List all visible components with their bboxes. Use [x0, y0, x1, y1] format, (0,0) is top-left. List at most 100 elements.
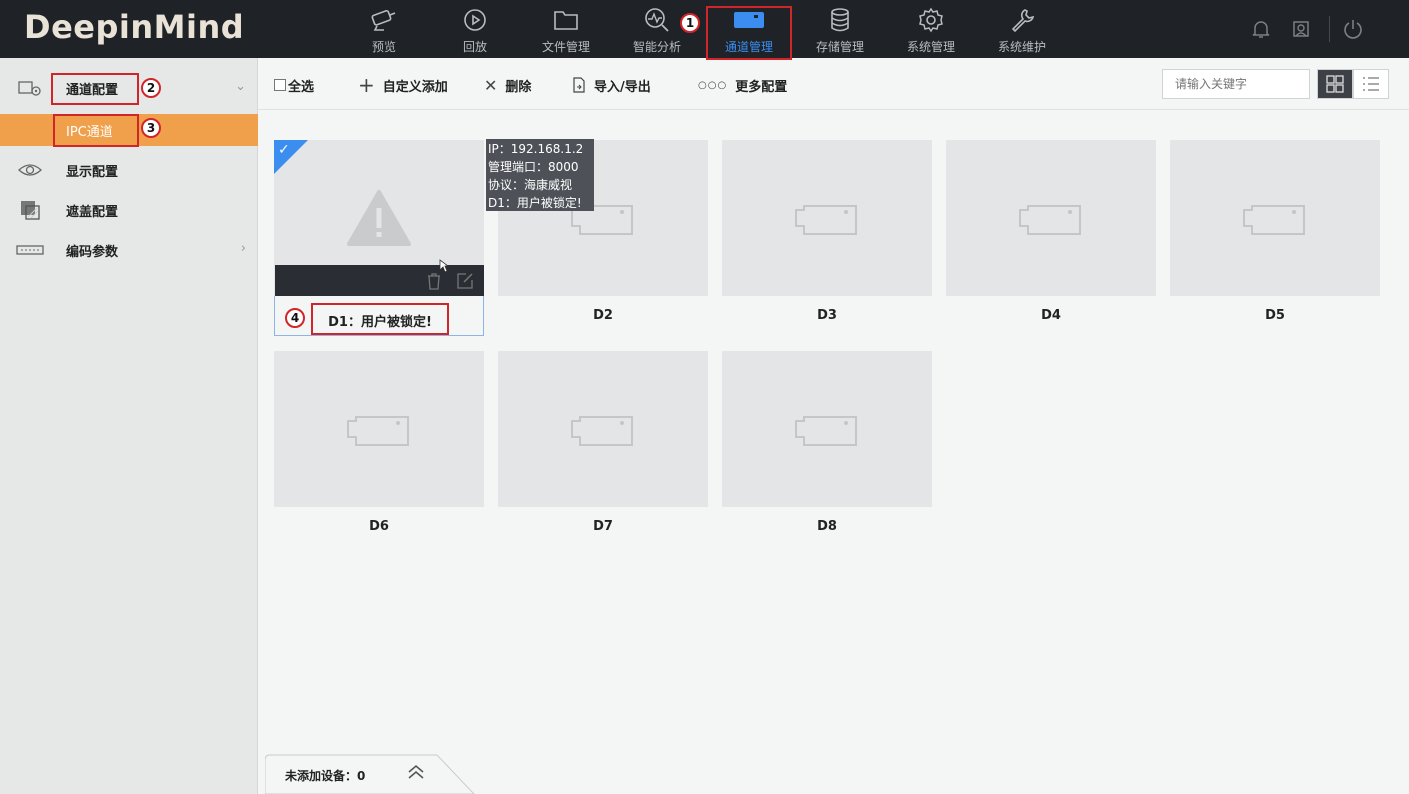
channel-name: D5 — [1265, 308, 1285, 323]
sidebar-item-channel-config[interactable]: 通道配置 ⌄ — [0, 68, 258, 108]
nav-file-management[interactable]: 文件管理 — [523, 0, 609, 58]
nav-label: 系统维护 — [997, 40, 1046, 54]
channel-name: D1：用户被锁定! — [328, 315, 432, 330]
channel-config-icon — [16, 78, 44, 98]
card-action-bar — [275, 265, 484, 296]
sidebar: 通道配置 ⌄ IPC通道 显示配置 遮盖配置 编码参数 › — [0, 58, 258, 794]
sidebar-item-label: IPC通道 — [66, 125, 113, 140]
camera-icon — [795, 205, 857, 235]
camera-icon — [341, 7, 427, 33]
import-export-label: 导入/导出 — [594, 79, 651, 95]
nav-label: 文件管理 — [541, 40, 590, 54]
encode-icon — [16, 240, 44, 260]
list-icon — [1363, 77, 1379, 91]
more-config-button[interactable]: ○○○ 更多配置 — [698, 75, 787, 95]
nav-system-management[interactable]: 系统管理 — [888, 0, 974, 58]
eye-icon — [16, 160, 44, 180]
channel-name: D8 — [817, 519, 837, 534]
gear-icon — [888, 7, 974, 33]
import-export-button[interactable]: 导入/导出 — [572, 75, 651, 95]
bell-icon[interactable] — [1250, 18, 1272, 40]
channel-thumbnail[interactable] — [946, 140, 1156, 296]
warning-icon — [347, 190, 411, 246]
sidebar-item-mask-config[interactable]: 遮盖配置 — [0, 190, 258, 230]
check-icon: ✓ — [278, 142, 290, 158]
wrench-icon — [979, 7, 1065, 33]
nav-label: 存储管理 — [815, 40, 864, 54]
sidebar-item-encoding-params[interactable]: 编码参数 › — [0, 230, 258, 270]
sidebar-item-display-config[interactable]: 显示配置 — [0, 150, 258, 190]
database-icon — [797, 7, 883, 33]
select-all-label: 全选 — [288, 79, 315, 95]
channel-thumbnail[interactable] — [498, 351, 708, 507]
tooltip-status: D1：用户被锁定! — [488, 196, 582, 210]
channel-name: D2 — [593, 308, 613, 323]
nav-playback[interactable]: 回放 — [432, 0, 518, 58]
nav-system-maintenance[interactable]: 系统维护 — [979, 0, 1065, 58]
checkbox[interactable] — [274, 79, 286, 91]
channel-icon — [706, 7, 792, 33]
annotation-badge-4: 4 — [285, 308, 305, 328]
tooltip-port: 管理端口：8000 — [488, 160, 579, 174]
select-all-checkbox[interactable]: 全选 — [274, 75, 314, 95]
custom-add-button[interactable]: + 自定义添加 — [358, 73, 448, 97]
channel-thumbnail[interactable] — [274, 351, 484, 507]
more-icon: ○○○ — [698, 79, 728, 91]
sidebar-item-label: 编码参数 — [66, 245, 119, 260]
channel-card-d1[interactable]: ✓ D1：用户被锁定! — [274, 140, 484, 336]
list-view-button[interactable] — [1353, 69, 1389, 99]
tooltip-ip: IP：192.168.1.2 — [488, 142, 584, 156]
toolbar: 全选 + 自定义添加 ✕ 删除 导入/导出 ○○○ 更多配置 — [258, 58, 1409, 110]
top-divider — [1329, 16, 1330, 42]
nav-storage-management[interactable]: 存储管理 — [797, 0, 883, 58]
nav-channel-management[interactable]: 通道管理 — [706, 0, 792, 58]
more-config-label: 更多配置 — [735, 79, 788, 95]
nav-label: 预览 — [371, 40, 396, 54]
channel-name: D4 — [1041, 308, 1061, 323]
sidebar-item-label: 通道配置 — [66, 83, 119, 98]
delete-button[interactable]: ✕ 删除 — [484, 75, 531, 95]
playback-icon — [432, 7, 518, 33]
camera-icon — [571, 416, 633, 446]
power-icon[interactable] — [1342, 18, 1364, 40]
nav-preview[interactable]: 预览 — [341, 0, 427, 58]
delete-label: 删除 — [505, 79, 532, 95]
chevron-double-up-icon[interactable] — [407, 764, 425, 780]
close-icon: ✕ — [484, 75, 498, 95]
nav-label: 回放 — [462, 40, 487, 54]
channel-thumbnail[interactable] — [722, 351, 932, 507]
search-input[interactable] — [1162, 69, 1310, 99]
user-icon[interactable] — [1290, 18, 1312, 40]
channel-info-tooltip: IP：192.168.1.2 管理端口：8000 协议：海康威视 D1：用户被锁… — [486, 139, 594, 211]
nav-label: 系统管理 — [906, 40, 955, 54]
sidebar-item-label: 显示配置 — [66, 165, 119, 180]
unadded-devices-label: 未添加设备：0 — [285, 769, 366, 783]
annotation-badge-3: 3 — [141, 118, 161, 138]
channel-thumbnail[interactable] — [1170, 140, 1380, 296]
channel-name: D6 — [369, 519, 389, 534]
folder-icon — [523, 7, 609, 33]
trash-icon[interactable] — [426, 272, 442, 290]
tooltip-protocol: 协议：海康威视 — [488, 178, 573, 192]
mouse-cursor-icon — [439, 259, 449, 273]
nav-label: 通道管理 — [724, 40, 773, 54]
custom-add-label: 自定义添加 — [382, 79, 448, 95]
edit-icon[interactable] — [456, 272, 474, 290]
camera-icon — [795, 416, 857, 446]
unadded-devices-tab[interactable]: 未添加设备：0 — [265, 754, 475, 794]
app-logo: DeepinMind — [24, 8, 245, 46]
camera-icon — [1019, 205, 1081, 235]
channel-thumbnail[interactable] — [722, 140, 932, 296]
mask-icon — [16, 200, 44, 220]
sidebar-item-ipc-channel[interactable]: IPC通道 — [0, 114, 258, 146]
sidebar-item-label: 遮盖配置 — [66, 205, 119, 220]
channel-name: D3 — [817, 308, 837, 323]
grid-view-button[interactable] — [1317, 69, 1353, 99]
annotation-badge-2: 2 — [141, 78, 161, 98]
plus-icon: + — [358, 73, 375, 97]
chevron-down-icon: ⌄ — [235, 79, 246, 94]
chevron-right-icon: › — [240, 241, 246, 256]
top-navigation-bar: DeepinMind 预览 回放 文件管理 智能分析 通道管理 存储管理 系统管… — [0, 0, 1409, 58]
grid-icon — [1326, 75, 1344, 93]
annotation-badge-1: 1 — [680, 13, 700, 33]
